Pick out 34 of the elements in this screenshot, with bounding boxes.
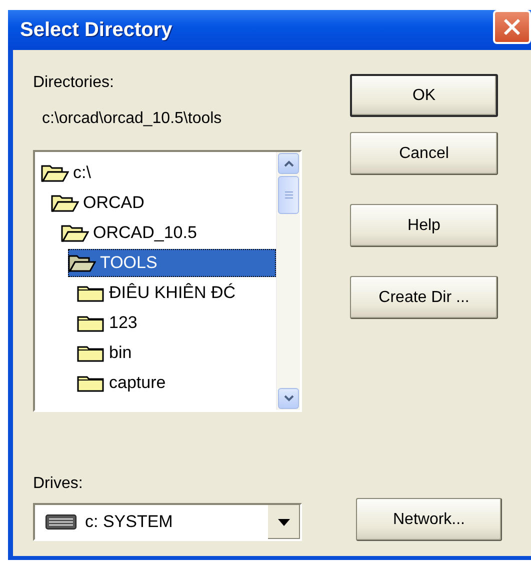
directory-item[interactable]: capture bbox=[77, 369, 276, 397]
directory-item[interactable]: bin bbox=[77, 339, 276, 367]
directory-item[interactable]: ĐIÊU KHIÊN ĐĆ bbox=[77, 279, 276, 307]
directory-list[interactable]: c:\ ORCAD ORCAD_10.5 TOOLS ĐIÊU KHIÊN ĐĆ 123 bin capture bbox=[33, 150, 302, 412]
network-button[interactable]: Network... bbox=[356, 498, 502, 541]
open-folder-icon bbox=[61, 224, 89, 242]
window-title: Select Directory bbox=[20, 18, 172, 42]
create-dir-button[interactable]: Create Dir ... bbox=[350, 276, 498, 319]
drive-icon bbox=[45, 514, 77, 530]
close-icon bbox=[503, 18, 521, 36]
help-button[interactable]: Help bbox=[350, 204, 498, 247]
open-folder-icon bbox=[68, 254, 96, 272]
directory-item[interactable]: TOOLS bbox=[68, 249, 276, 277]
directory-item[interactable]: ORCAD_10.5 bbox=[61, 219, 276, 247]
ok-button[interactable]: OK bbox=[350, 74, 498, 117]
folder-icon bbox=[77, 284, 105, 302]
folder-icon bbox=[77, 314, 105, 332]
cancel-button[interactable]: Cancel bbox=[350, 132, 498, 175]
dropdown-arrow-icon bbox=[278, 518, 290, 526]
current-path: c:\orcad\orcad_10.5\tools bbox=[42, 110, 222, 128]
open-folder-icon bbox=[51, 194, 79, 212]
folder-icon bbox=[77, 374, 105, 392]
grip-icon bbox=[284, 190, 292, 200]
drives-dropdown[interactable]: c: SYSTEM bbox=[33, 503, 302, 541]
drives-label: Drives: bbox=[33, 475, 83, 493]
directories-label: Directories: bbox=[33, 74, 114, 92]
drive-value: c: SYSTEM bbox=[85, 512, 173, 532]
scrollbar[interactable] bbox=[276, 152, 300, 410]
directory-item[interactable]: c:\ bbox=[41, 159, 276, 187]
open-folder-icon bbox=[41, 164, 69, 182]
folder-icon bbox=[77, 344, 105, 362]
directory-item[interactable]: ORCAD bbox=[51, 189, 276, 217]
close-button[interactable] bbox=[493, 10, 531, 44]
directory-item[interactable]: 123 bbox=[77, 309, 276, 337]
